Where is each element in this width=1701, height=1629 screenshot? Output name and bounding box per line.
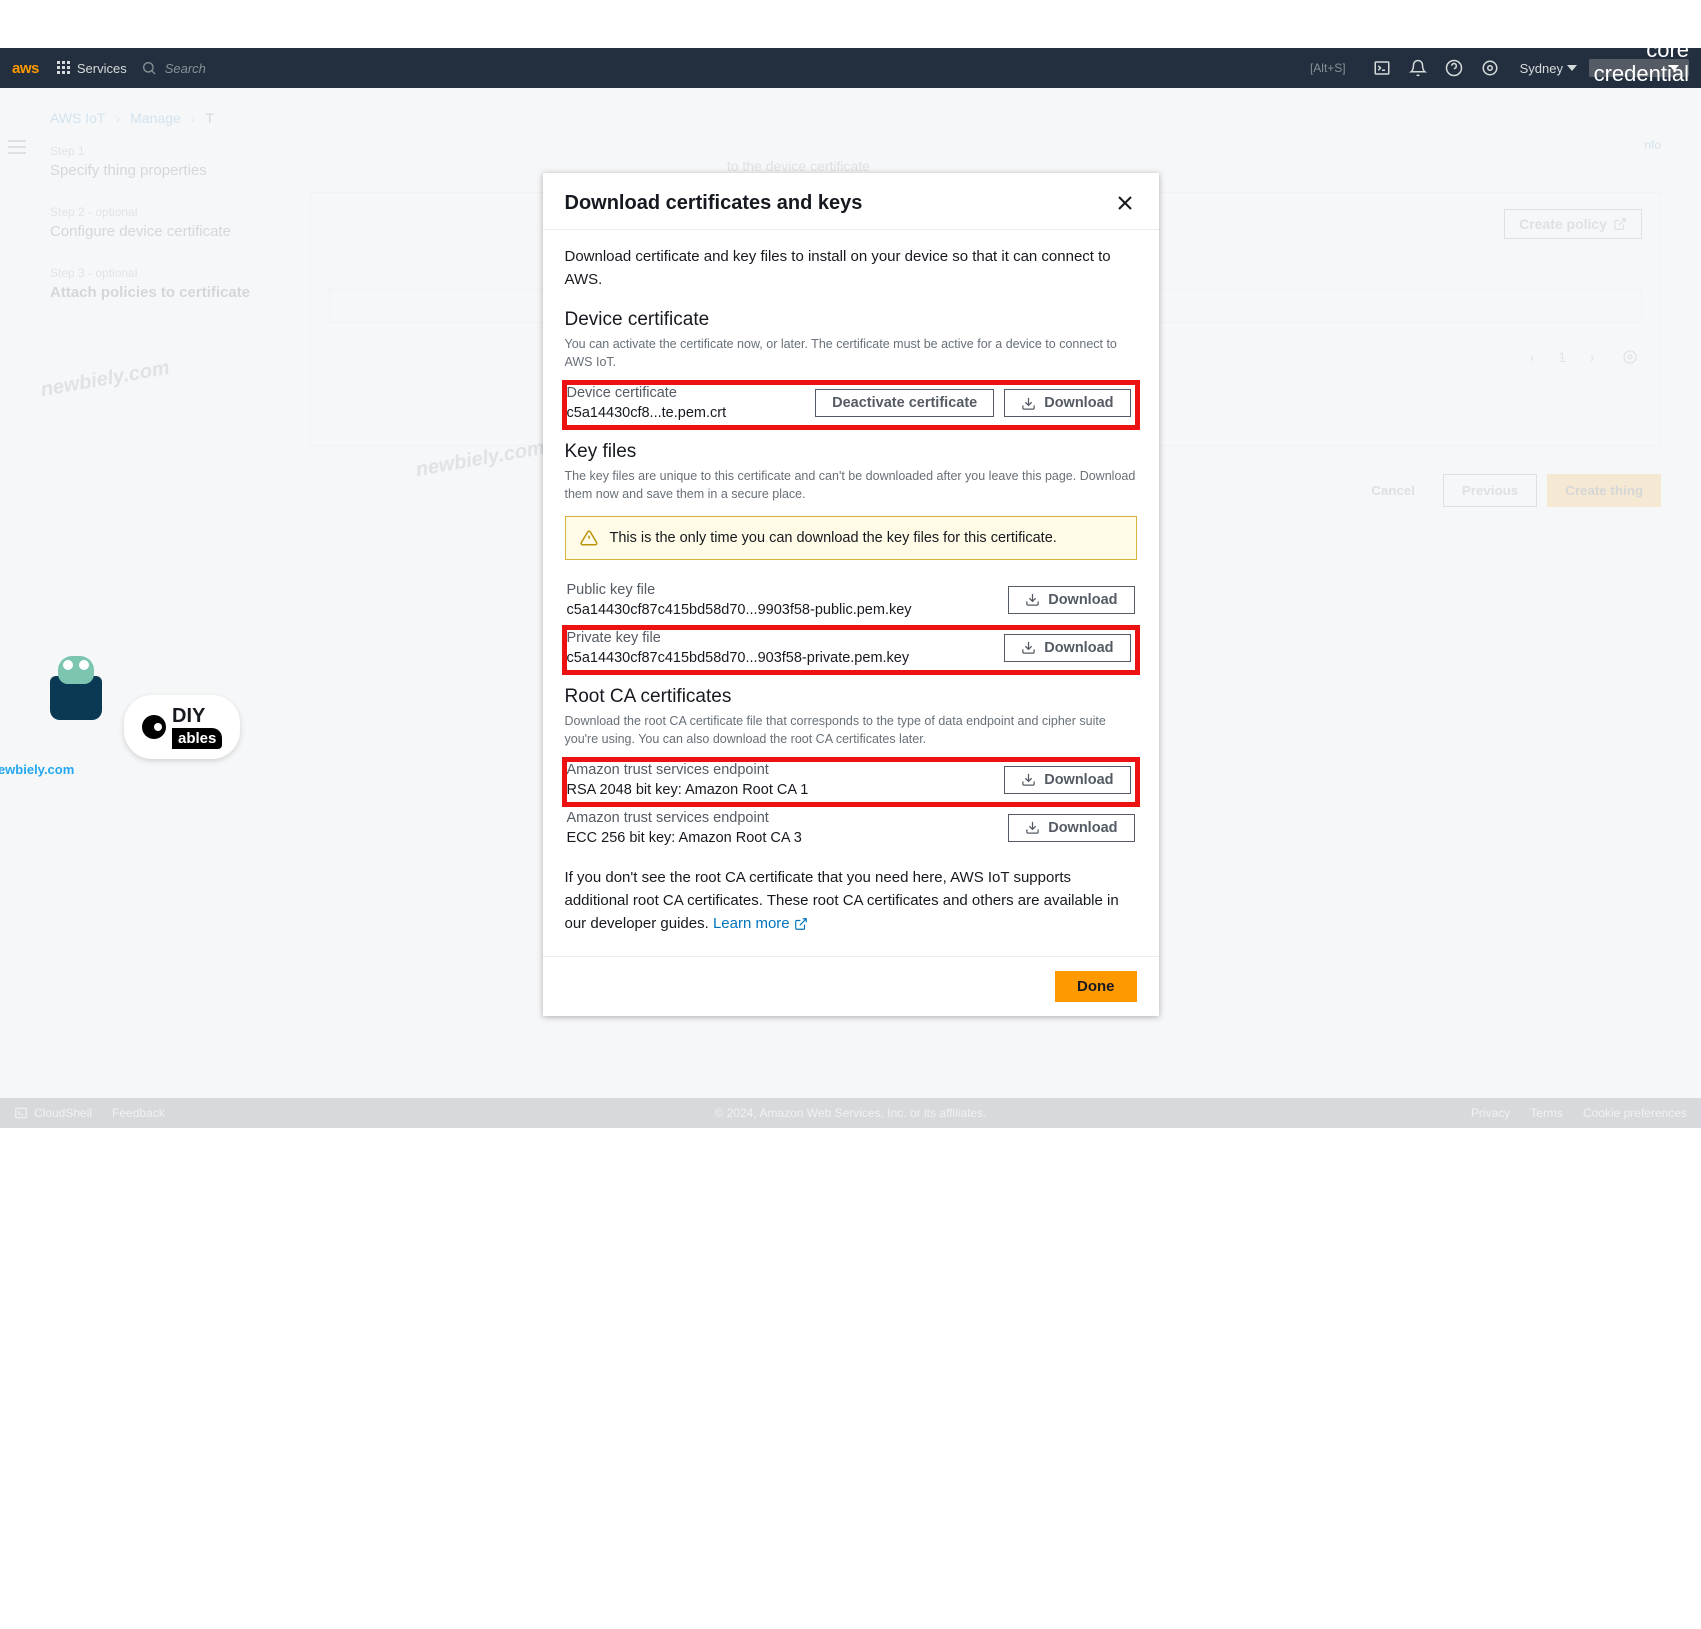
download-label: Download bbox=[1048, 592, 1117, 608]
device-certificate-heading: Device certificate bbox=[565, 309, 1137, 331]
download-root-ca-ecc-button[interactable]: Download bbox=[1008, 814, 1134, 842]
root-ca-note: If you don't see the root CA certificate… bbox=[565, 866, 1137, 936]
watermark-newbiely-logo: newbiely.com DIY ables bbox=[50, 676, 240, 777]
services-label: Services bbox=[77, 61, 127, 76]
device-certificate-row: Device certificate c5a14430cf8...te.pem.… bbox=[565, 383, 1137, 427]
help-icon[interactable] bbox=[1436, 59, 1472, 77]
caret-down-icon bbox=[1567, 63, 1577, 73]
root-ca-ecc-label: Amazon trust services endpoint bbox=[567, 810, 802, 826]
notifications-icon[interactable] bbox=[1400, 59, 1436, 77]
search-placeholder: Search bbox=[165, 61, 206, 76]
modal-intro-text: Download certificate and key files to in… bbox=[565, 246, 1137, 291]
public-key-filename: c5a14430cf87c415bd58d70...9903f58-public… bbox=[567, 602, 912, 618]
root-ca-subtext: Download the root CA certificate file th… bbox=[565, 712, 1137, 748]
search-shortcut: [Alt+S] bbox=[1310, 61, 1346, 75]
device-certificate-subtext: You can activate the certificate now, or… bbox=[565, 335, 1137, 371]
external-link-icon bbox=[794, 917, 808, 931]
warning-icon bbox=[580, 529, 598, 547]
region-label: Sydney bbox=[1520, 61, 1563, 76]
close-button[interactable] bbox=[1113, 191, 1137, 215]
root-ca-rsa-label: Amazon trust services endpoint bbox=[567, 762, 809, 778]
warning-text: This is the only time you can download t… bbox=[610, 530, 1057, 546]
key-files-warning: This is the only time you can download t… bbox=[565, 516, 1137, 560]
root-ca-rsa-row: Amazon trust services endpoint RSA 2048 … bbox=[565, 760, 1137, 804]
download-device-cert-button[interactable]: Download bbox=[1004, 389, 1130, 417]
download-icon bbox=[1021, 640, 1036, 655]
download-label: Download bbox=[1044, 772, 1113, 788]
search-bar[interactable]: Search bbox=[141, 60, 561, 76]
root-ca-ecc-row: Amazon trust services endpoint ECC 256 b… bbox=[565, 804, 1137, 856]
caret-down-icon bbox=[1669, 63, 1679, 73]
cloudshell-icon[interactable] bbox=[1364, 59, 1400, 77]
key-files-subtext: The key files are unique to this certifi… bbox=[565, 467, 1137, 503]
grid-icon bbox=[57, 61, 71, 75]
aws-logo: aws bbox=[12, 60, 39, 77]
device-certificate-label: Device certificate bbox=[567, 385, 727, 401]
watermark-diyables-logo: DIY ables bbox=[124, 695, 240, 759]
private-key-row: Private key file c5a14430cf87c415bd58d70… bbox=[565, 628, 1137, 672]
public-key-label: Public key file bbox=[567, 582, 912, 598]
watermark-ables-label: ables bbox=[172, 728, 222, 749]
download-icon bbox=[1025, 820, 1040, 835]
close-icon bbox=[1117, 195, 1133, 211]
download-root-ca-rsa-button[interactable]: Download bbox=[1004, 766, 1130, 794]
top-nav: aws Services Search [Alt+S] Sydney core … bbox=[0, 48, 1701, 88]
learn-more-label: Learn more bbox=[713, 912, 790, 935]
watermark-newbiely-label: newbiely.com bbox=[0, 762, 102, 777]
download-icon bbox=[1021, 772, 1036, 787]
private-key-filename: c5a14430cf87c415bd58d70...903f58-private… bbox=[567, 650, 910, 666]
learn-more-link[interactable]: Learn more bbox=[713, 912, 808, 935]
watermark-diy-label: DIY bbox=[172, 705, 222, 728]
download-private-key-button[interactable]: Download bbox=[1004, 634, 1130, 662]
download-icon bbox=[1025, 592, 1040, 607]
root-ca-note-text: If you don't see the root CA certificate… bbox=[565, 869, 1119, 933]
download-icon bbox=[1021, 396, 1036, 411]
done-button[interactable]: Done bbox=[1055, 971, 1137, 1002]
download-label: Download bbox=[1044, 640, 1113, 656]
search-icon bbox=[141, 60, 157, 76]
download-public-key-button[interactable]: Download bbox=[1008, 586, 1134, 614]
deactivate-label: Deactivate certificate bbox=[832, 395, 977, 411]
region-selector[interactable]: Sydney bbox=[1520, 61, 1577, 76]
services-menu[interactable]: Services bbox=[57, 61, 127, 76]
key-files-heading: Key files bbox=[565, 441, 1137, 463]
download-certificates-modal: Download certificates and keys Download … bbox=[543, 173, 1159, 1016]
root-ca-ecc-value: ECC 256 bit key: Amazon Root CA 3 bbox=[567, 830, 802, 846]
settings-icon[interactable] bbox=[1472, 59, 1508, 77]
root-ca-heading: Root CA certificates bbox=[565, 686, 1137, 708]
account-menu[interactable] bbox=[1589, 59, 1689, 77]
modal-title: Download certificates and keys bbox=[565, 192, 863, 215]
deactivate-certificate-button[interactable]: Deactivate certificate bbox=[815, 389, 994, 417]
root-ca-rsa-value: RSA 2048 bit key: Amazon Root CA 1 bbox=[567, 782, 809, 798]
device-certificate-filename: c5a14430cf8...te.pem.crt bbox=[567, 405, 727, 421]
public-key-row: Public key file c5a14430cf87c415bd58d70.… bbox=[565, 576, 1137, 628]
download-label: Download bbox=[1048, 820, 1117, 836]
download-label: Download bbox=[1044, 395, 1113, 411]
private-key-label: Private key file bbox=[567, 630, 910, 646]
